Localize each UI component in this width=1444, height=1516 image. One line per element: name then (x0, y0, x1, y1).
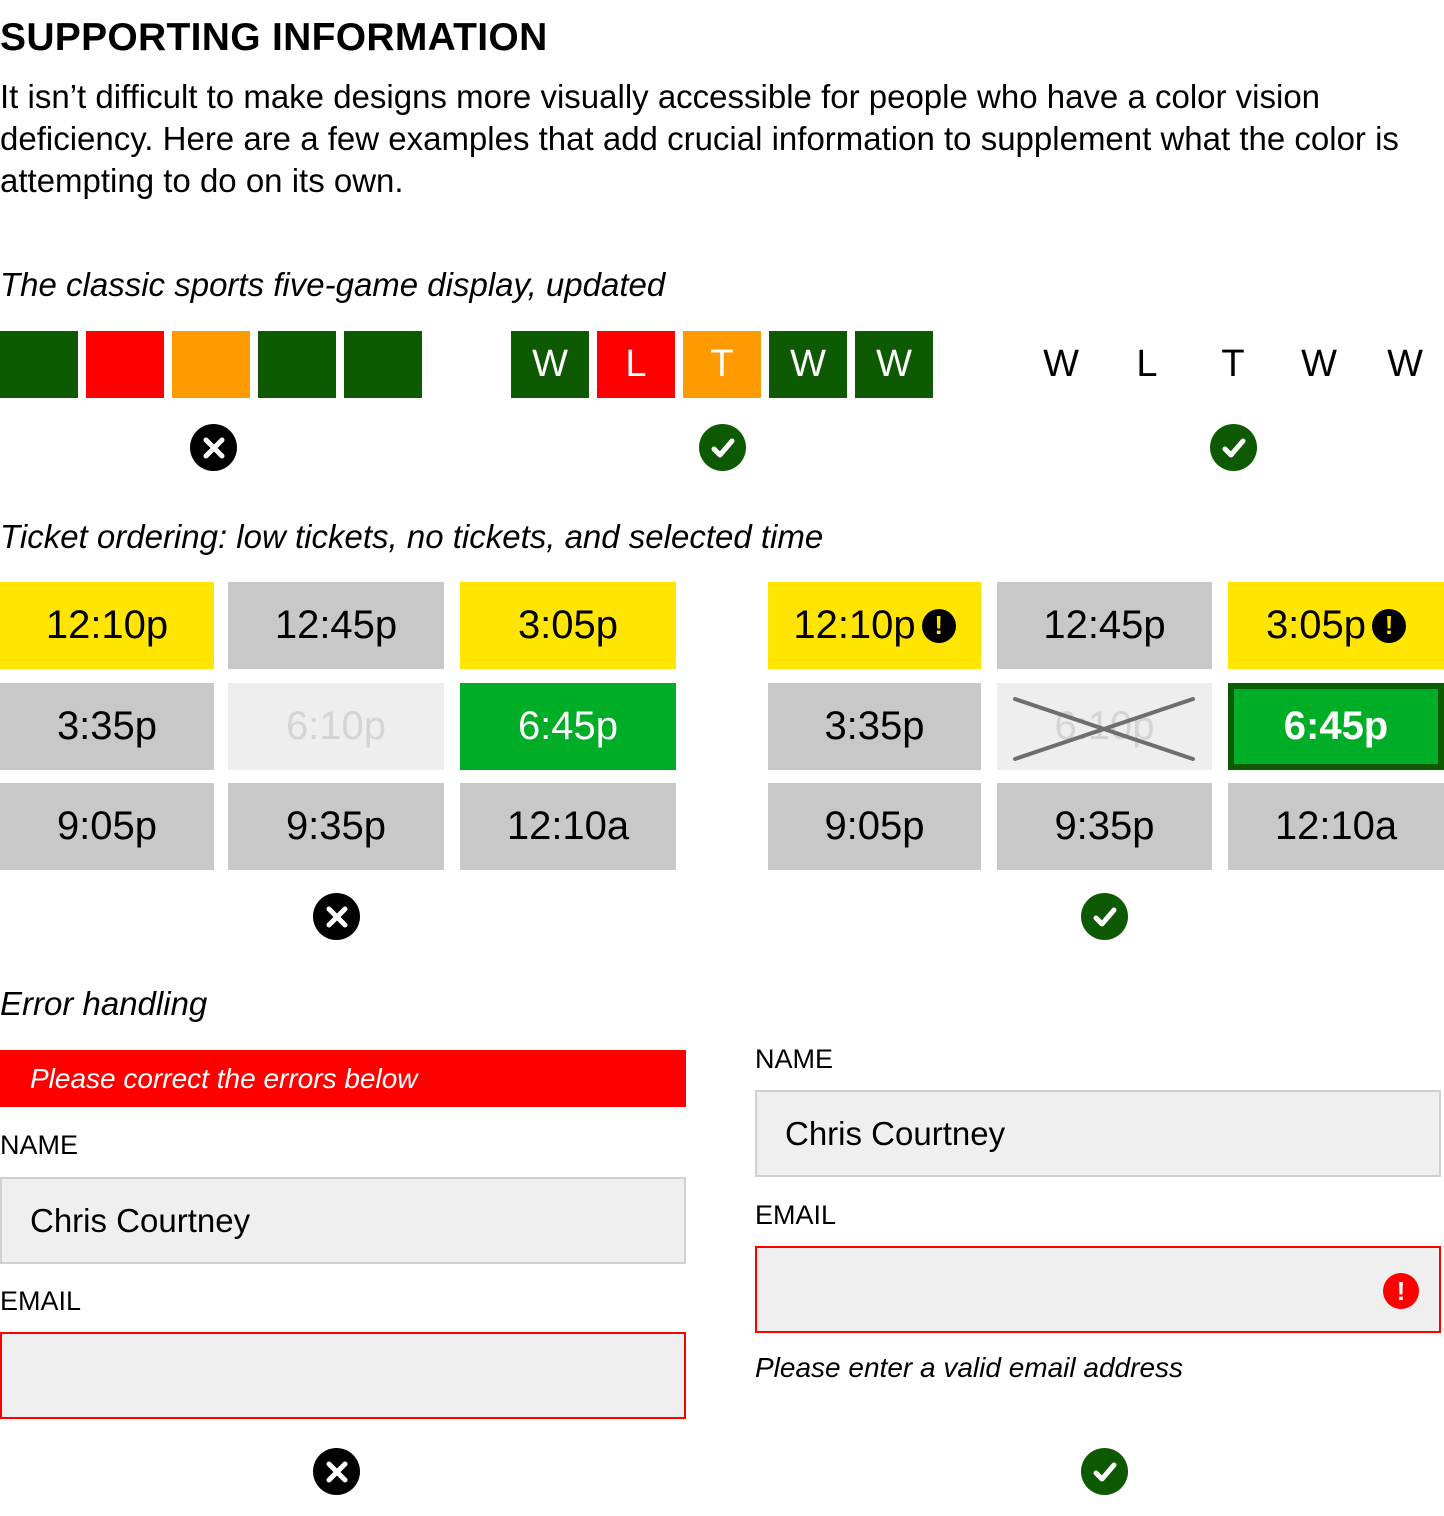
ticket-time-label: 3:05p (1265, 603, 1367, 647)
game-result-color (0, 331, 78, 398)
ticket-time-label: 9:35p (1054, 804, 1155, 848)
ticket-time-available[interactable]: 3:35p (768, 683, 981, 770)
game-result-letter: W (1387, 343, 1423, 385)
game-result-letter: L (1136, 343, 1158, 385)
ticket-time-available[interactable]: 9:05p (0, 783, 214, 870)
game-result-labeled: W (855, 331, 933, 398)
sports-subtitle: The classic sports five-game display, up… (0, 266, 666, 303)
ticket-time-label: 12:45p (1043, 603, 1166, 647)
ticket-time-available[interactable]: 3:35p (0, 683, 214, 770)
ticket-time-low[interactable]: 12:10p (0, 582, 214, 669)
low-tickets-icon: ! (1372, 608, 1407, 643)
check-circle-icon (1081, 893, 1128, 940)
ticket-time-available[interactable]: 9:05p (768, 783, 981, 870)
x-circle-icon (313, 893, 360, 940)
game-result-labeled: L (597, 331, 675, 398)
ticket-time-label: 9:05p (56, 804, 158, 848)
ticket-time-available[interactable]: 9:35p (997, 783, 1212, 870)
game-result-color (172, 331, 250, 398)
ticket-time-label: 12:45p (274, 603, 398, 647)
check-circle-icon (1210, 424, 1257, 471)
game-result-labeled: T (683, 331, 761, 398)
game-result-letter: T (1221, 343, 1245, 385)
game-result-labeled: W (769, 331, 847, 398)
ticket-time-label: 9:05p (824, 804, 925, 848)
name-label: NAME (755, 1044, 834, 1074)
name-field[interactable]: Chris Courtney (755, 1090, 1441, 1177)
ticket-time-label: 12:10p (45, 603, 169, 647)
ticket-time-label: 9:35p (285, 804, 387, 848)
game-result-color (258, 331, 336, 398)
name-label: NAME (0, 1130, 79, 1160)
game-result-letter: W (1043, 343, 1079, 385)
ticket-time-available[interactable]: 12:10a (1228, 783, 1444, 870)
page-title: SUPPORTING INFORMATION (0, 16, 548, 59)
email-field[interactable] (0, 1332, 686, 1419)
ticket-time-label: 6:45p (1283, 704, 1389, 748)
tickets-subtitle: Ticket ordering: low tickets, no tickets… (0, 518, 824, 555)
game-result-letter: W (1301, 343, 1337, 385)
ticket-time-low[interactable]: 3:05p! (1228, 582, 1444, 669)
email-error-message: Please enter a valid email address (755, 1352, 1184, 1383)
low-tickets-icon: ! (921, 608, 956, 643)
ticket-time-label: 3:35p (824, 704, 925, 748)
ticket-time-label: 6:10p (285, 704, 387, 748)
ticket-time-label: 6:45p (517, 704, 619, 748)
name-field[interactable]: Chris Courtney (0, 1177, 686, 1264)
check-circle-icon (1081, 1448, 1128, 1495)
ticket-time-selected[interactable]: 6:45p (1228, 683, 1444, 770)
game-result-color (86, 331, 164, 398)
ticket-time-low[interactable]: 3:05p (460, 582, 676, 669)
ticket-time-available[interactable]: 12:45p (997, 582, 1212, 669)
x-circle-icon (190, 424, 237, 471)
email-field[interactable]: ! (755, 1246, 1441, 1333)
ticket-time-selected[interactable]: 6:45p (460, 683, 676, 770)
ticket-time-low[interactable]: 12:10p! (768, 582, 981, 669)
ticket-time-label: 12:10p (793, 603, 916, 647)
game-result-labeled: W (511, 331, 589, 398)
x-circle-icon (313, 1448, 360, 1495)
ticket-time-sold-out: 6:10p (228, 683, 444, 770)
ticket-time-label: 3:35p (56, 704, 158, 748)
error-banner: Please correct the errors below (0, 1050, 686, 1107)
sold-out-cross-icon (1013, 697, 1195, 761)
game-result-color (344, 331, 422, 398)
check-circle-icon (699, 424, 746, 471)
intro-paragraph: It isn’t difficult to make designs more … (0, 78, 1399, 199)
ticket-time-label: 3:05p (517, 603, 619, 647)
email-label: EMAIL (0, 1286, 82, 1316)
ticket-time-available[interactable]: 12:45p (228, 582, 444, 669)
error-icon: ! (1383, 1273, 1419, 1309)
ticket-time-label: 12:10a (1274, 804, 1398, 848)
ticket-time-available[interactable]: 9:35p (228, 783, 444, 870)
ticket-time-label: 12:10a (506, 804, 630, 848)
errors-subtitle: Error handling (0, 985, 208, 1022)
email-label: EMAIL (755, 1200, 837, 1230)
ticket-time-sold-out: 6:10p (997, 683, 1212, 770)
ticket-time-available[interactable]: 12:10a (460, 783, 676, 870)
